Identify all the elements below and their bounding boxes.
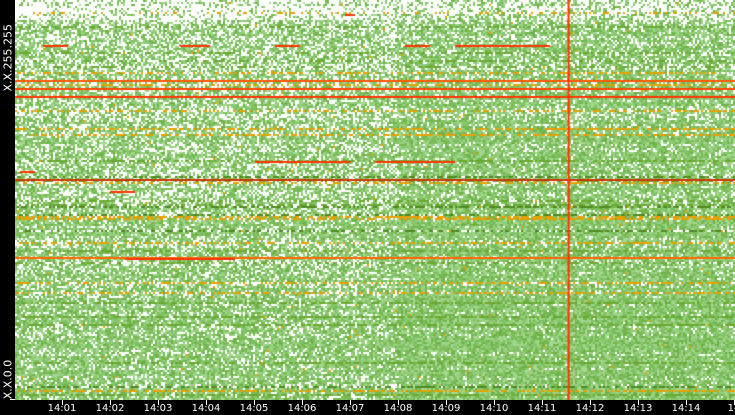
x-tick-label: 14:13 [623,403,653,414]
heatmap-cells [15,0,735,400]
x-tick-label: 14:11 [527,403,557,414]
x-tick-label: 14:09 [431,403,461,414]
y-tick-label-top: X.X.255.255 [1,23,15,92]
x-tick-label: 14:10 [479,403,509,414]
x-tick-label: 14:06 [287,403,317,414]
x-tick-label: 14:14 [671,403,701,414]
x-tick-label: 14:04 [191,403,221,414]
x-tick-label: 14:01 [47,403,77,414]
x-tick-label: 14 [727,403,735,414]
x-tick-label: 14:03 [143,403,173,414]
x-tick-label: 14:05 [239,403,269,414]
x-tick-label: 14:07 [335,403,365,414]
y-tick-label-bottom: X.X.0.0 [1,359,15,400]
x-tick-label: 14:08 [383,403,413,414]
heatmap-chart: X.X.255.255 X.X.0.0 14:01 14:02 14:03 14:04… [0,0,735,415]
x-tick-label: 14:12 [575,403,605,414]
plot-area[interactable] [15,0,735,400]
x-tick-label: 14:02 [95,403,125,414]
